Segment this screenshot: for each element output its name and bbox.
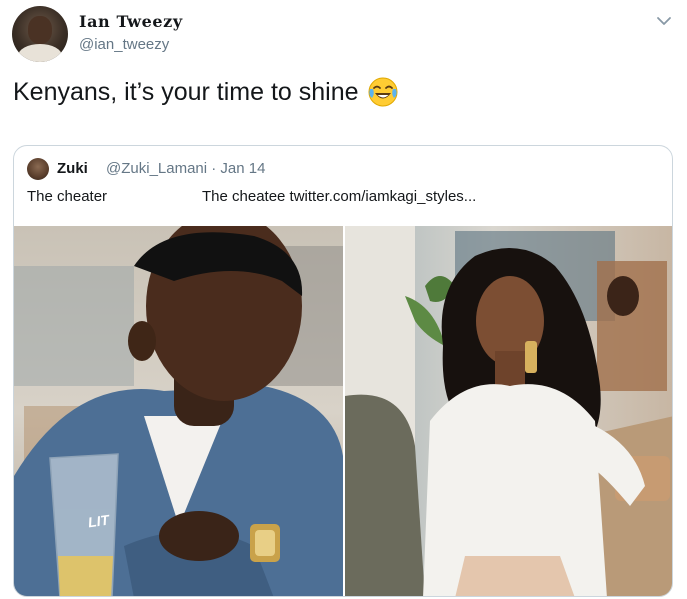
quoted-author-avatar	[27, 158, 49, 180]
author-handle[interactable]: @ian_tweezy	[79, 36, 169, 53]
quoted-tweet-card[interactable]: Zuki @Zuki_Lamani · Jan 14 The cheater T…	[13, 145, 673, 597]
avatar-shirt	[18, 44, 62, 62]
photo-man-with-glass[interactable]: LIT	[14, 226, 343, 596]
quoted-text-right: The cheatee twitter.com/iamkagi_styles..…	[202, 188, 477, 205]
author-avatar[interactable]	[12, 6, 68, 62]
quoted-author-handle-date: @Zuki_Lamani · Jan 14	[106, 160, 266, 177]
author-display-name[interactable]: Ian Tweezy	[79, 12, 183, 31]
chevron-down-icon[interactable]	[655, 12, 673, 30]
glass-label: LIT	[86, 511, 111, 531]
photo-woman-in-white[interactable]	[345, 226, 672, 596]
quoted-text-left: The cheater	[27, 188, 108, 205]
avatar-face	[28, 16, 52, 44]
tweet-text: Kenyans, it’s your time to shine	[13, 77, 359, 106]
face-with-tears-of-joy-icon	[368, 77, 398, 107]
quoted-photo-grid: LIT	[14, 226, 672, 596]
quoted-author-name: Zuki	[57, 160, 88, 177]
tweet-body: Kenyans, it’s your time to shine	[13, 76, 399, 108]
